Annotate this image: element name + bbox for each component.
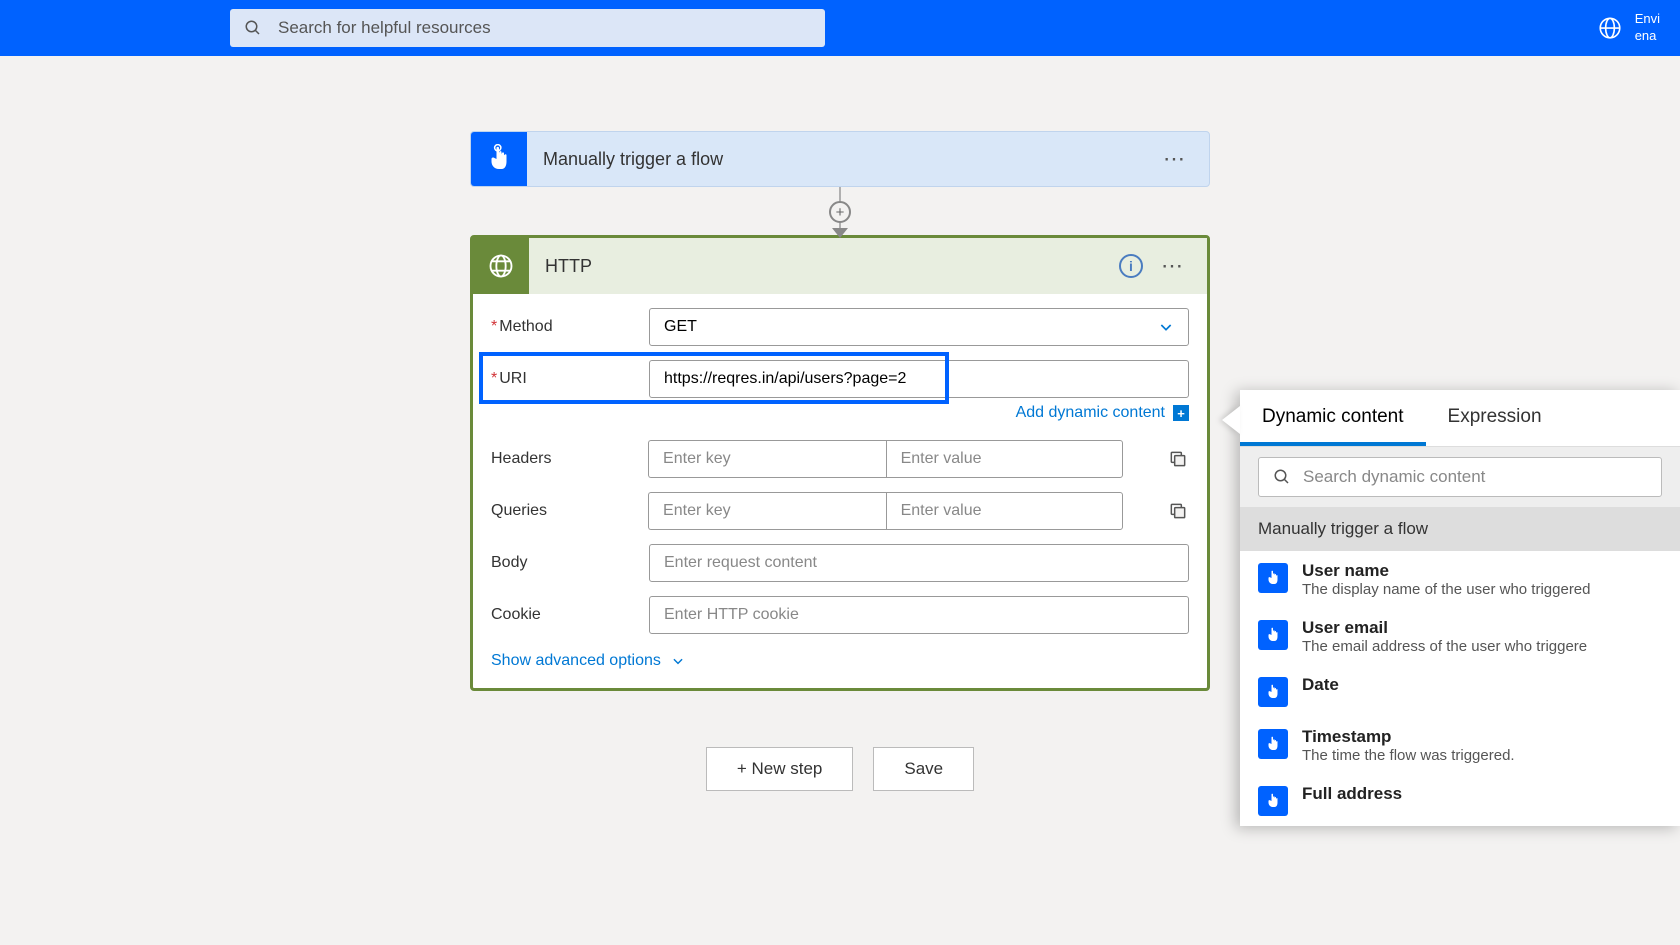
trigger-card[interactable]: Manually trigger a flow ⋯ (470, 131, 1210, 187)
arrow-down-icon (832, 228, 848, 238)
headers-bulk-edit-button[interactable] (1167, 448, 1189, 470)
trigger-icon (471, 131, 527, 187)
trigger-token-icon (1258, 729, 1288, 759)
method-value: GET (664, 318, 697, 336)
body-label: Body (491, 554, 649, 572)
new-step-button[interactable]: + New step (706, 747, 854, 791)
touch-icon (484, 144, 514, 174)
search-icon (244, 19, 262, 37)
chevron-down-icon (1158, 319, 1174, 335)
app-header: Envi ena (0, 0, 1680, 56)
http-more-button[interactable]: ⋯ (1161, 253, 1207, 279)
add-step-inline-button[interactable]: + (829, 201, 851, 223)
flow-connector: + (470, 187, 1210, 235)
trigger-token-icon (1258, 786, 1288, 816)
trigger-more-button[interactable]: ⋯ (1141, 146, 1209, 172)
trigger-token-icon (1258, 563, 1288, 593)
dynamic-item-title: User name (1302, 561, 1662, 581)
tab-expression[interactable]: Expression (1426, 390, 1564, 446)
environment-indicator[interactable]: Envi ena (1597, 11, 1660, 45)
globe-icon (1597, 15, 1623, 41)
chevron-down-icon (671, 654, 685, 668)
dynamic-item-desc: The email address of the user who trigge… (1302, 638, 1662, 655)
method-select[interactable]: GET (649, 308, 1189, 346)
http-icon (473, 238, 529, 294)
queries-key-input[interactable] (648, 492, 886, 530)
trigger-token-icon (1258, 620, 1288, 650)
search-input[interactable] (278, 18, 811, 38)
env-line1: Envi (1635, 11, 1660, 28)
headers-row: Headers (491, 440, 1189, 478)
dynamic-item-desc: The time the flow was triggered. (1302, 747, 1662, 764)
save-button[interactable]: Save (873, 747, 974, 791)
dynamic-item-title: Timestamp (1302, 727, 1662, 747)
text-edit-icon (1168, 449, 1188, 469)
cookie-label: Cookie (491, 606, 649, 624)
body-row: Body (491, 544, 1189, 582)
panel-pointer (1222, 406, 1240, 434)
uri-label: URI (499, 370, 527, 387)
info-icon[interactable]: i (1119, 254, 1143, 278)
add-dynamic-content-link[interactable]: Add dynamic content + (1016, 404, 1189, 422)
tab-dynamic-content[interactable]: Dynamic content (1240, 390, 1426, 446)
headers-value-input[interactable] (886, 440, 1124, 478)
cookie-input[interactable] (649, 596, 1189, 634)
globe-icon (487, 252, 515, 280)
dynamic-search-input[interactable] (1303, 467, 1647, 487)
http-title: HTTP (529, 256, 1119, 277)
dynamic-content-item[interactable]: Date (1240, 665, 1680, 717)
queries-label: Queries (491, 502, 648, 520)
dynamic-items-list: User name The display name of the user w… (1240, 551, 1680, 826)
method-row: *Method GET (491, 308, 1189, 346)
cookie-row: Cookie (491, 596, 1189, 634)
env-line2: ena (1635, 28, 1660, 45)
dynamic-item-desc: The display name of the user who trigger… (1302, 581, 1662, 598)
headers-key-input[interactable] (648, 440, 886, 478)
http-card-header[interactable]: HTTP i ⋯ (473, 238, 1207, 294)
dynamic-content-item[interactable]: Full address (1240, 774, 1680, 826)
http-action-card: HTTP i ⋯ *Method GET *URI Add dynami (470, 235, 1210, 691)
text-edit-icon (1168, 501, 1188, 521)
dynamic-panel-tabs: Dynamic content Expression (1240, 390, 1680, 447)
queries-bulk-edit-button[interactable] (1167, 500, 1189, 522)
dynamic-content-item[interactable]: Timestamp The time the flow was triggere… (1240, 717, 1680, 774)
dynamic-item-title: Date (1302, 675, 1662, 695)
dynamic-content-item[interactable]: User name The display name of the user w… (1240, 551, 1680, 608)
trigger-title: Manually trigger a flow (527, 149, 1141, 170)
search-container[interactable] (230, 9, 825, 47)
queries-value-input[interactable] (886, 492, 1124, 530)
http-card-body: *Method GET *URI Add dynamic content + (473, 294, 1207, 688)
dynamic-item-title: User email (1302, 618, 1662, 638)
dynamic-search-container[interactable] (1258, 457, 1662, 497)
method-label: Method (499, 318, 552, 335)
dynamic-section-header: Manually trigger a flow (1240, 507, 1680, 551)
search-icon (1273, 468, 1291, 486)
uri-row: *URI (491, 360, 1189, 398)
uri-input[interactable] (649, 360, 1189, 398)
dynamic-content-panel: Dynamic content Expression Manually trig… (1240, 390, 1680, 826)
dynamic-item-title: Full address (1302, 784, 1662, 804)
body-input[interactable] (649, 544, 1189, 582)
queries-row: Queries (491, 492, 1189, 530)
dynamic-content-item[interactable]: User email The email address of the user… (1240, 608, 1680, 665)
show-advanced-options-link[interactable]: Show advanced options (491, 652, 685, 670)
trigger-token-icon (1258, 677, 1288, 707)
headers-label: Headers (491, 450, 648, 468)
